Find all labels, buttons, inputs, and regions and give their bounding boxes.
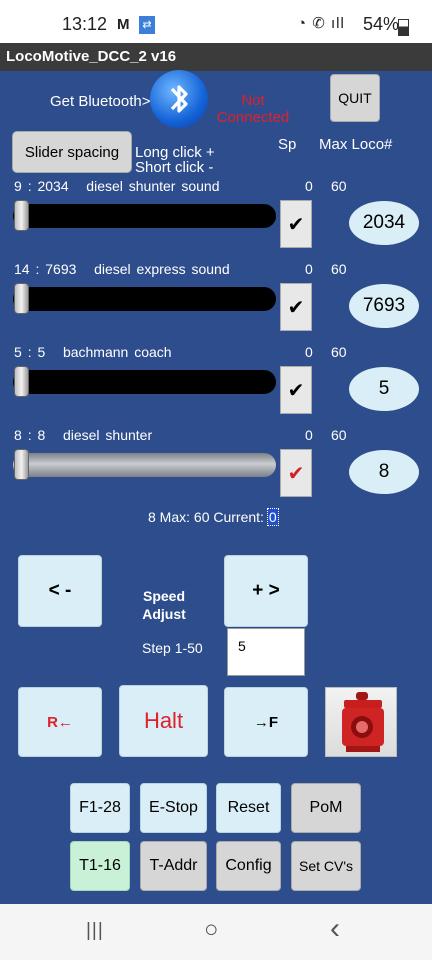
home-button[interactable]: ○: [204, 916, 219, 944]
back-button[interactable]: ‹: [330, 912, 340, 946]
loco-select-checkbox[interactable]: ✔: [280, 366, 312, 414]
loco-index: 14: [14, 261, 30, 277]
app-notification-icon: ⇄: [139, 16, 155, 34]
loco-max: 60: [331, 427, 347, 443]
speed-slider-thumb[interactable]: [14, 449, 29, 480]
reverse-button[interactable]: R←: [18, 687, 102, 757]
loco-speed: 0: [305, 344, 313, 360]
speed-adjust-line1: Speed: [142, 588, 185, 604]
loco-index: 8: [14, 427, 22, 443]
battery-icon: [398, 19, 409, 36]
e-stop-button[interactable]: E-Stop: [140, 783, 207, 833]
header-sp: Sp: [278, 136, 297, 153]
step-label: Step 1-50: [142, 640, 203, 656]
wifi-icon: ◔: [297, 15, 308, 32]
config-button[interactable]: Config: [216, 841, 281, 891]
loco-name: bachmann coach: [62, 344, 172, 360]
loco-label: 9 : 2034 diesel shunter sound: [14, 178, 220, 194]
reset-button[interactable]: Reset: [216, 783, 281, 833]
speed-adjust-line2: Adjust: [142, 606, 186, 622]
loco-name: diesel express sound: [94, 261, 230, 277]
loco-max: 60: [331, 344, 347, 360]
call-icon: ✆: [312, 15, 326, 32]
loco-name: diesel shunter: [62, 427, 153, 443]
loco-address: 5: [37, 344, 46, 360]
halt-button[interactable]: Halt: [119, 685, 208, 757]
speed-slider-track[interactable]: [13, 287, 276, 311]
speed-slider-thumb[interactable]: [14, 366, 29, 397]
clock: 13:12: [62, 14, 108, 34]
t1-16-button[interactable]: T1-16: [70, 841, 130, 891]
loco-address: 8: [37, 427, 46, 443]
loco-speed: 0: [305, 178, 313, 194]
loco-label: 5 : 5 bachmann coach: [14, 344, 172, 360]
summary-text: 8 Max: 60 Current:: [148, 509, 268, 525]
bluetooth-icon: [170, 85, 188, 113]
loco-number-button[interactable]: 2034: [349, 201, 419, 245]
loco-number-button[interactable]: 7693: [349, 284, 419, 328]
speed-slider-track[interactable]: [13, 370, 276, 394]
set-cvs-button[interactable]: Set CV's: [291, 841, 361, 891]
header-max-loco: Max Loco#: [319, 136, 393, 153]
speed-adjust-label: Speed Adjust: [120, 587, 208, 623]
lamp-icon: [342, 692, 384, 752]
app-title: LocoMotive_DCC_2 v16: [6, 48, 177, 65]
current-loco-value: 0: [266, 508, 279, 526]
click-hint-short: Short click -: [135, 159, 214, 172]
loco-label: 8 : 8 diesel shunter: [14, 427, 152, 443]
system-nav-bar: ||| ○ ‹: [0, 904, 432, 960]
lamp-button[interactable]: [325, 687, 397, 757]
loco-select-checkbox[interactable]: ✔: [280, 283, 312, 331]
step-input[interactable]: 5: [227, 628, 305, 676]
loco-number-button[interactable]: 8: [349, 450, 419, 494]
loco-max: 60: [331, 178, 347, 194]
mail-icon: M: [117, 16, 130, 33]
get-bluetooth-label: Get Bluetooth>: [50, 93, 151, 110]
t-addr-button[interactable]: T-Addr: [140, 841, 207, 891]
connection-status: Not Connected: [216, 92, 290, 126]
loco-index: 5: [14, 344, 22, 360]
loco-number-button[interactable]: 5: [349, 367, 419, 411]
loco-max: 60: [331, 261, 347, 277]
app-title-bar: LocoMotive_DCC_2 v16: [0, 43, 432, 71]
speed-slider-thumb[interactable]: [14, 283, 29, 314]
battery-percent: 54%: [363, 14, 400, 34]
check-icon: ✔: [287, 296, 305, 319]
loco-address: 7693: [45, 261, 77, 277]
loco-separator: :: [27, 178, 32, 194]
speed-increase-button[interactable]: + >: [224, 555, 308, 627]
loco-address: 2034: [37, 178, 69, 194]
loco-label: 14 : 7693 diesel express sound: [14, 261, 230, 277]
loco-select-checkbox[interactable]: ✔: [280, 200, 312, 248]
speed-slider-thumb[interactable]: [14, 200, 29, 231]
loco-speed: 0: [305, 261, 313, 277]
loco-summary: 8 Max: 60 Current: 0: [148, 508, 279, 526]
check-icon: ✔: [287, 462, 305, 485]
signal-icons: ◔ ✆ ıll: [297, 14, 345, 32]
loco-index: 9: [14, 178, 22, 194]
quit-button[interactable]: QUIT: [330, 74, 380, 122]
speed-slider-track[interactable]: [13, 204, 276, 228]
check-icon: ✔: [287, 379, 305, 402]
recent-apps-button[interactable]: |||: [86, 920, 104, 942]
check-icon: ✔: [287, 213, 305, 236]
speed-decrease-button[interactable]: < -: [18, 555, 102, 627]
f1-28-button[interactable]: F1-28: [70, 783, 130, 833]
pom-button[interactable]: PoM: [291, 783, 361, 833]
speed-slider-track[interactable]: [13, 453, 276, 477]
click-hint-long: Long click +: [135, 145, 215, 161]
signal-bars-icon: ıll: [330, 15, 345, 32]
loco-separator: :: [27, 344, 32, 360]
forward-button[interactable]: →F: [224, 687, 308, 757]
loco-name: diesel shunter sound: [86, 178, 220, 194]
slider-spacing-button[interactable]: Slider spacing: [12, 131, 132, 173]
click-hint: Long click + Short click -: [135, 145, 225, 172]
loco-separator: :: [35, 261, 40, 277]
loco-speed: 0: [305, 427, 313, 443]
loco-select-checkbox[interactable]: ✔: [280, 449, 312, 497]
bluetooth-button[interactable]: [150, 70, 208, 128]
loco-separator: :: [27, 427, 32, 443]
